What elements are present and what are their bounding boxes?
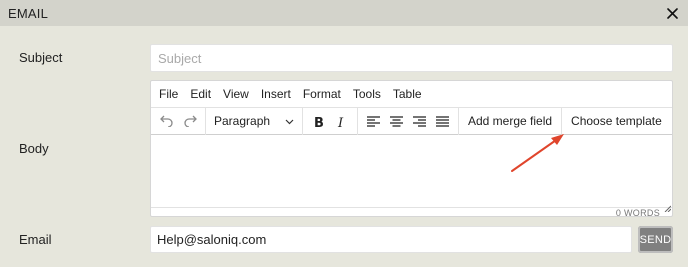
email-input[interactable] xyxy=(150,226,632,253)
menu-view[interactable]: View xyxy=(217,81,255,108)
block-format-select[interactable]: Paragraph xyxy=(206,108,302,135)
menu-format[interactable]: Format xyxy=(297,81,347,108)
menu-file[interactable]: File xyxy=(153,81,184,108)
redo-icon[interactable] xyxy=(178,108,201,135)
email-label: Email xyxy=(19,232,52,247)
subject-input[interactable] xyxy=(150,44,673,72)
bold-icon[interactable]: B xyxy=(307,108,330,135)
body-label: Body xyxy=(19,141,49,156)
chevron-down-icon xyxy=(285,114,294,128)
body-editor: File Edit View Insert Format Tools Table… xyxy=(150,80,673,218)
italic-icon[interactable]: I xyxy=(330,108,353,135)
editor-toolbar: Paragraph B I Add merge field Choose tem… xyxy=(151,107,672,135)
block-format-value: Paragraph xyxy=(214,114,271,128)
menu-insert[interactable]: Insert xyxy=(255,81,297,108)
svg-text:B: B xyxy=(314,116,324,128)
align-left-icon[interactable] xyxy=(362,108,385,135)
editor-menubar: File Edit View Insert Format Tools Table xyxy=(151,81,672,108)
menu-table[interactable]: Table xyxy=(387,81,428,108)
dialog-header: EMAIL xyxy=(0,0,688,26)
dialog-title: EMAIL xyxy=(8,5,49,21)
align-right-icon[interactable] xyxy=(408,108,431,135)
send-button[interactable]: SEND xyxy=(638,226,673,253)
word-count: 0 WORDS xyxy=(615,207,660,218)
choose-template-button[interactable]: Choose template xyxy=(562,108,671,135)
undo-icon[interactable] xyxy=(155,108,178,135)
svg-text:I: I xyxy=(337,116,344,128)
align-center-icon[interactable] xyxy=(385,108,408,135)
editor-statusbar: 0 WORDS xyxy=(151,205,672,218)
menu-edit[interactable]: Edit xyxy=(184,81,217,108)
menu-tools[interactable]: Tools xyxy=(347,81,387,108)
subject-label: Subject xyxy=(19,50,63,65)
resize-handle-icon[interactable] xyxy=(664,199,672,217)
align-justify-icon[interactable] xyxy=(431,108,454,135)
close-icon[interactable] xyxy=(664,5,680,21)
add-merge-field-button[interactable]: Add merge field xyxy=(459,108,561,135)
editor-content-area[interactable] xyxy=(151,135,672,207)
